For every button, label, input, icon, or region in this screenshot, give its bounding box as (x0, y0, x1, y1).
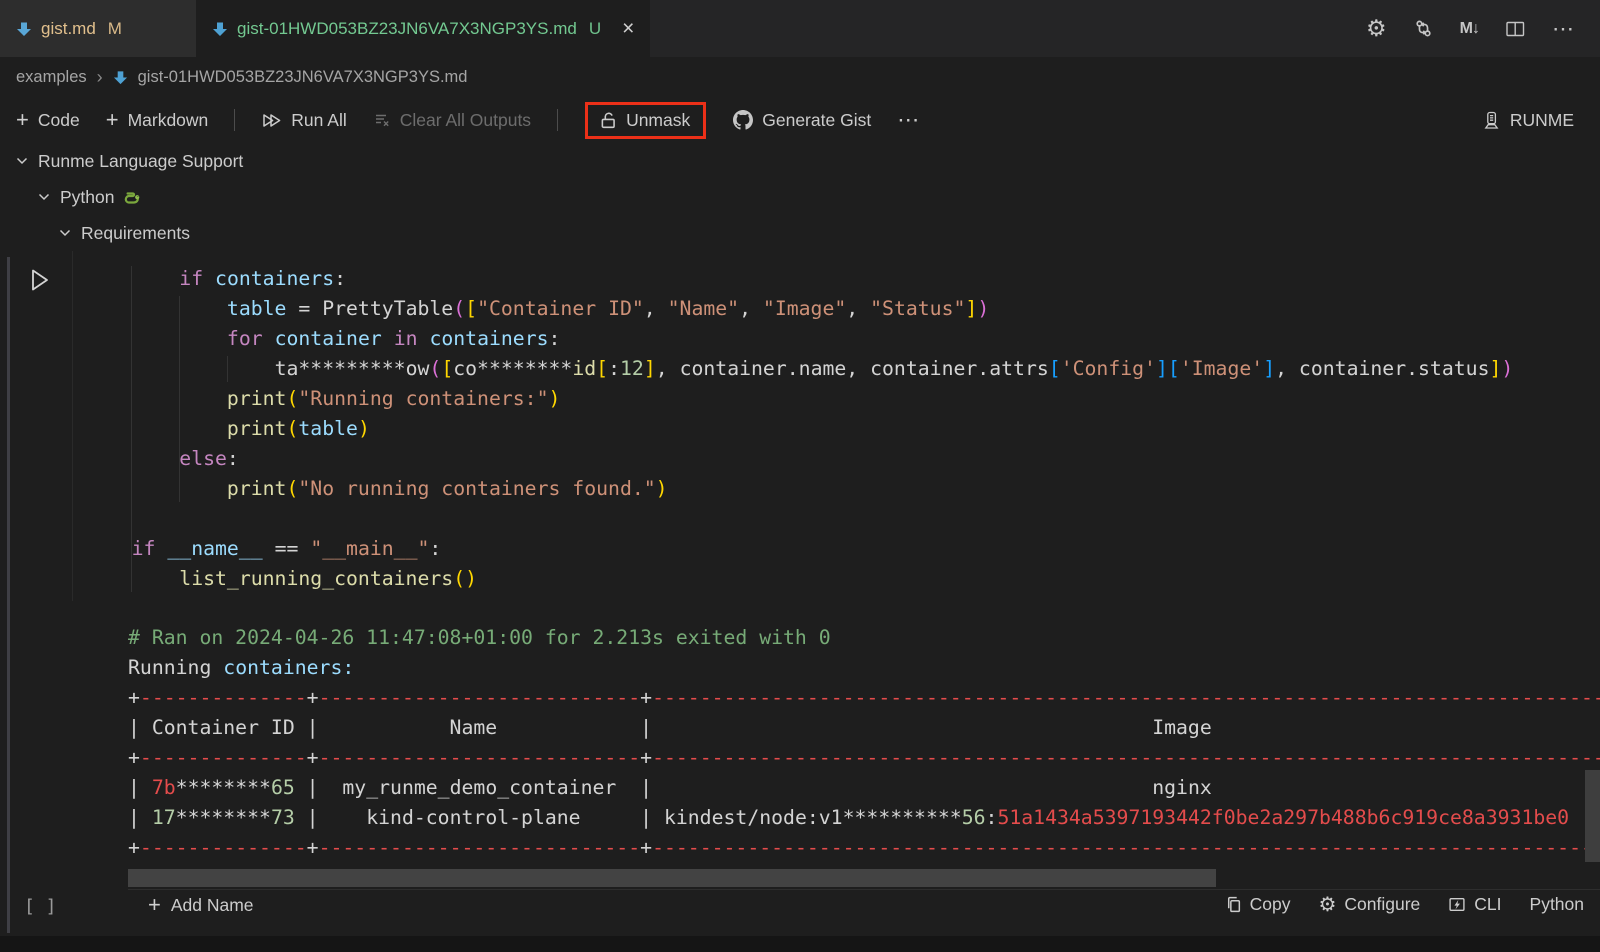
breadcrumb: examples › gist-01HWD053BZ23JN6VA7X3NGP3… (0, 57, 1600, 97)
toolbar-divider (234, 109, 235, 131)
add-name-label: Add Name (171, 895, 254, 916)
close-tab-icon[interactable]: × (622, 18, 634, 39)
run-all-button[interactable]: Run All (261, 110, 346, 131)
split-editor-icon[interactable] (1506, 21, 1525, 37)
github-octocat-icon (733, 110, 753, 130)
add-markdown-button[interactable]: + Markdown (106, 109, 209, 131)
open-changes-icon[interactable] (1414, 19, 1433, 38)
document-outline: Runme Language Support Python Requiremen… (0, 143, 243, 251)
toolbar-divider (557, 109, 558, 131)
run-all-label: Run All (291, 110, 346, 131)
chevron-down-icon (15, 154, 29, 168)
tab-gist-id-md[interactable]: gist-01HWD053BZ23JN6VA7X3NGP3YS.md U × (196, 0, 650, 57)
cell-focus-indicator (7, 257, 10, 933)
plus-icon: + (16, 109, 29, 131)
horizontal-scrollbar-thumb[interactable] (128, 869, 1216, 887)
tab-gist-md[interactable]: gist.md M (0, 0, 196, 57)
outline-label: Runme Language Support (38, 151, 243, 172)
cell-gutter-divider (72, 251, 73, 601)
runme-logo-icon (1482, 111, 1501, 130)
cell-output: # Ran on 2024-04-26 11:47:08+01:00 for 2… (128, 623, 1600, 863)
markdown-file-icon (16, 21, 32, 37)
settings-gear-icon[interactable]: ⚙ (1366, 17, 1387, 40)
cli-label: CLI (1474, 894, 1501, 915)
unmask-button-highlighted[interactable]: Unmask (585, 102, 706, 139)
configure-label: Configure (1344, 894, 1420, 915)
untracked-badge: U (589, 19, 601, 39)
outline-item-runme-language-support[interactable]: Runme Language Support (0, 143, 243, 179)
cli-icon (1448, 896, 1466, 913)
run-all-icon (261, 112, 282, 129)
more-actions-icon[interactable]: ⋯ (1552, 18, 1576, 40)
vertical-scrollbar-thumb[interactable] (1585, 770, 1600, 862)
clear-all-label: Clear All Outputs (400, 110, 531, 131)
copy-icon (1225, 896, 1242, 913)
play-icon (26, 265, 54, 295)
clear-all-icon (373, 112, 391, 128)
copy-button[interactable]: Copy (1225, 894, 1291, 915)
tab-label: gist.md (41, 19, 96, 39)
cell-statusbar-actions: Copy ⚙ Configure CLI Python (1225, 894, 1584, 915)
runme-brand: RUNME (1482, 110, 1584, 131)
gear-icon: ⚙ (1318, 895, 1336, 915)
generate-gist-button[interactable]: Generate Gist (733, 110, 871, 131)
outline-item-requirements[interactable]: Requirements (0, 215, 243, 251)
statusbar-divider (128, 889, 1600, 890)
modified-badge: M (108, 19, 122, 39)
cli-button[interactable]: CLI (1448, 894, 1501, 915)
markdown-preview-icon[interactable]: M↓ (1460, 20, 1479, 38)
copy-label: Copy (1250, 894, 1291, 915)
plus-icon: + (106, 109, 119, 131)
unmask-label: Unmask (626, 110, 690, 131)
markdown-file-icon (113, 70, 128, 85)
add-code-label: Code (38, 110, 80, 131)
language-indicator[interactable]: Python (1530, 894, 1584, 915)
outline-label: Python (60, 187, 114, 208)
breadcrumb-folder[interactable]: examples (16, 68, 87, 87)
bottom-strip (0, 936, 1600, 952)
tab-label: gist-01HWD053BZ23JN6VA7X3NGP3YS.md (237, 19, 577, 39)
plus-icon: + (148, 894, 161, 916)
add-code-button[interactable]: + Code (16, 109, 80, 131)
configure-button[interactable]: ⚙ Configure (1318, 894, 1420, 915)
cell-brackets-icon: [ ] (24, 896, 57, 917)
vscode-window: gist.md M gist-01HWD053BZ23JN6VA7X3NGP3Y… (0, 0, 1600, 952)
unlock-icon (599, 111, 617, 129)
chevron-down-icon (37, 190, 51, 204)
notebook-toolbar: + Code + Markdown Run All Clear All Outp… (0, 97, 1600, 143)
add-markdown-label: Markdown (128, 110, 209, 131)
breadcrumb-separator: › (97, 67, 103, 88)
outline-label: Requirements (81, 223, 190, 244)
breadcrumb-file[interactable]: gist-01HWD053BZ23JN6VA7X3NGP3YS.md (138, 68, 468, 87)
code-editor[interactable]: if containers: table = PrettyTable(["Con… (84, 264, 1513, 594)
outline-item-python[interactable]: Python (0, 179, 243, 215)
tab-bar: gist.md M gist-01HWD053BZ23JN6VA7X3NGP3Y… (0, 0, 1600, 57)
runme-label: RUNME (1510, 110, 1574, 131)
editor-actions: ⚙ M↓ ⋯ (1366, 0, 1600, 57)
run-cell-button[interactable] (26, 265, 54, 295)
clear-all-outputs-button[interactable]: Clear All Outputs (373, 110, 531, 131)
toolbar-more-icon[interactable]: ⋯ (897, 109, 921, 131)
markdown-file-icon (212, 21, 228, 37)
chevron-down-icon (58, 226, 72, 240)
python-label: Python (1530, 894, 1584, 915)
snake-emoji-icon (123, 189, 141, 205)
add-name-button[interactable]: + Add Name (148, 894, 254, 916)
generate-gist-label: Generate Gist (762, 110, 871, 131)
